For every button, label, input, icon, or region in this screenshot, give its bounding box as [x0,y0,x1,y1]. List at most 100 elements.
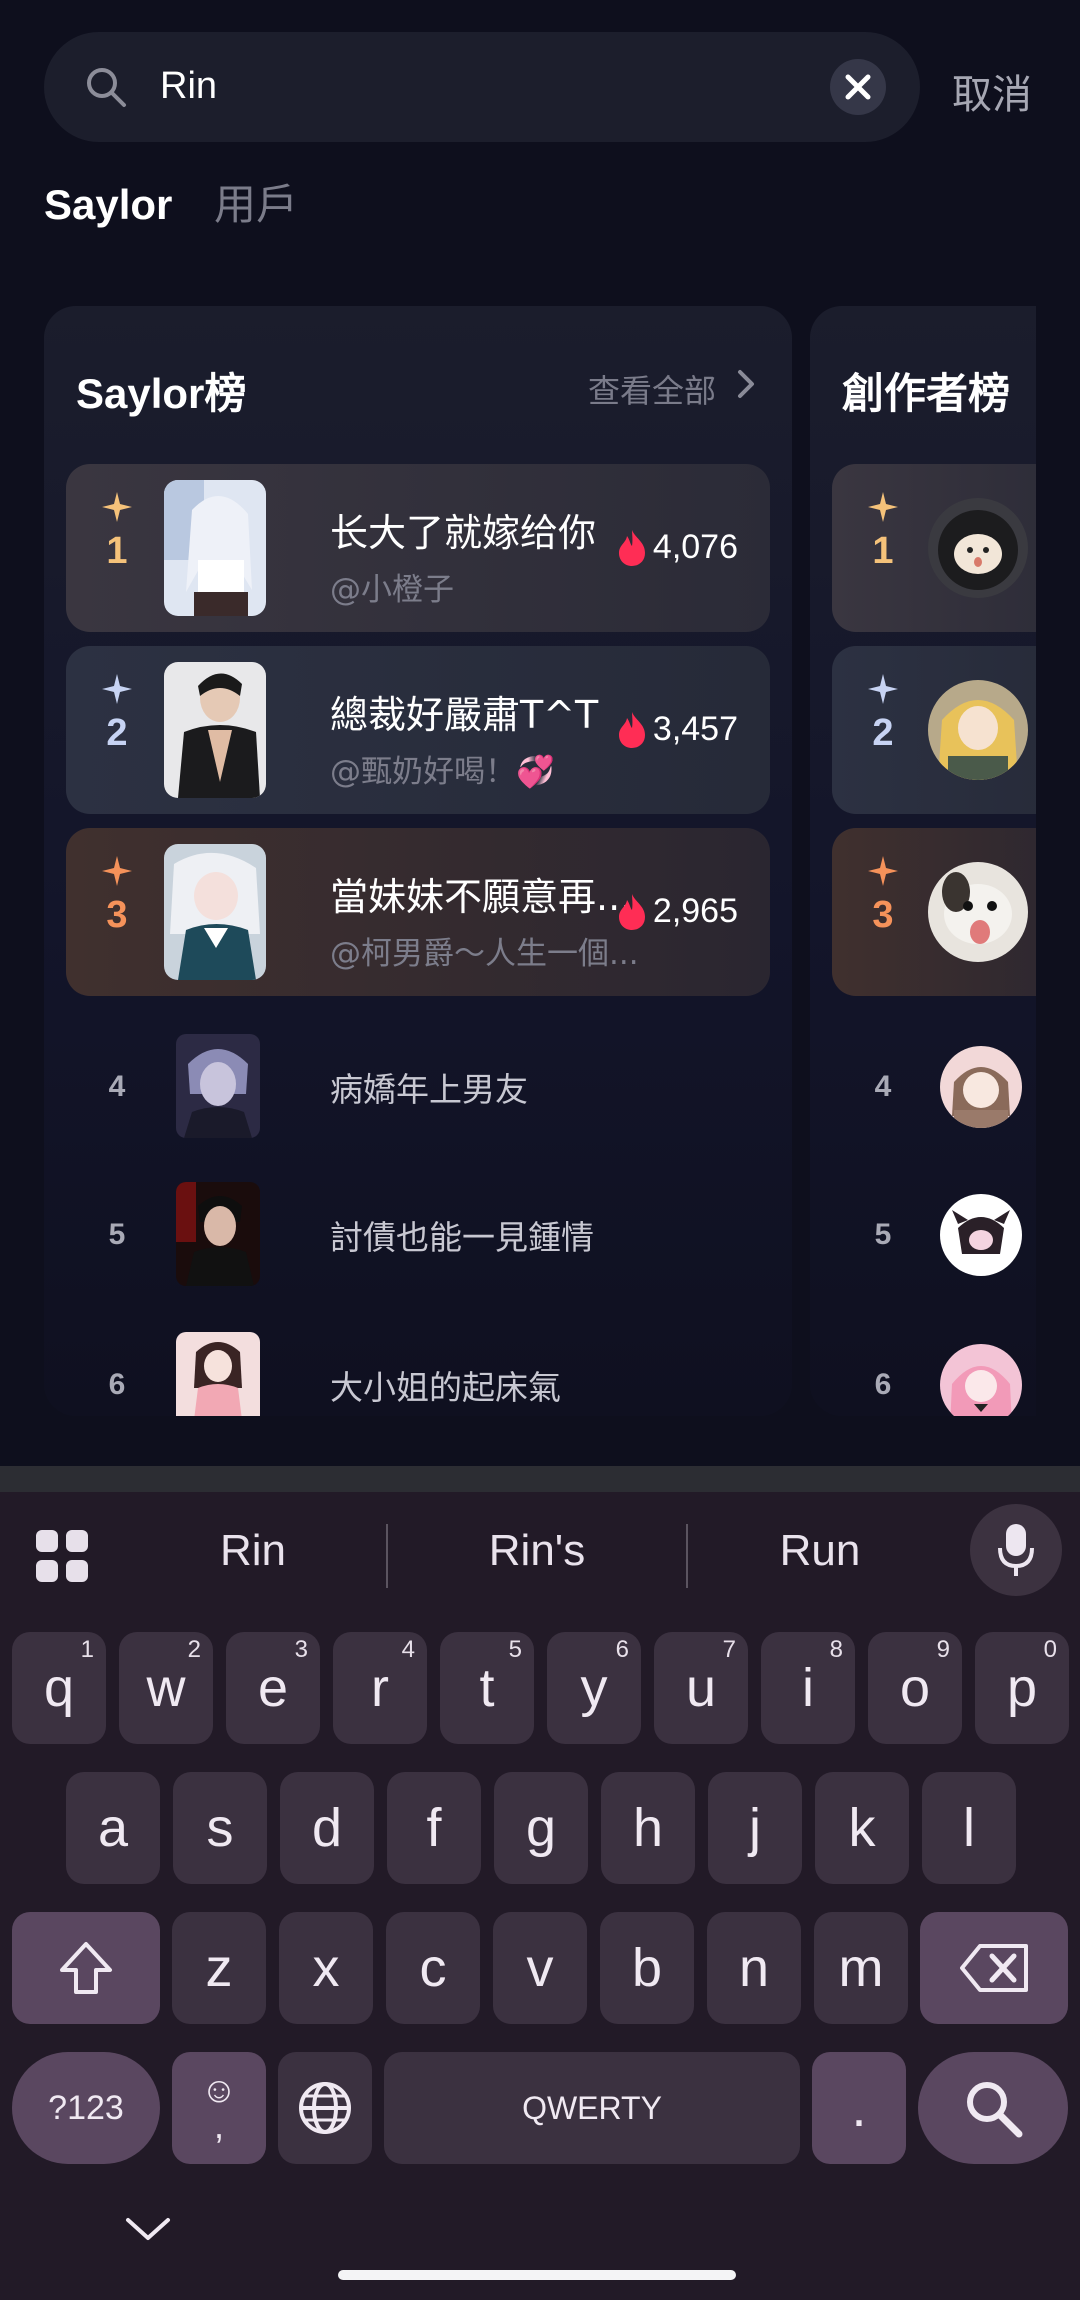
suggestion-3[interactable]: Run [720,1526,920,1576]
popularity-count: 4,076 [617,528,738,567]
key-o[interactable]: o9 [868,1632,962,1744]
key-y[interactable]: y6 [547,1632,641,1744]
key-label: r [371,1658,389,1718]
voice-input-button[interactable] [970,1504,1062,1596]
key-r[interactable]: r4 [333,1632,427,1744]
shift-arrow-icon [60,1942,112,1994]
emoji-label: ☺ [200,2069,238,2110]
board-row-1[interactable]: 1 长大了就嫁给你 @小橙子 4,076 [66,464,770,632]
shift-key[interactable] [12,1912,160,2024]
backspace-key[interactable] [920,1912,1068,2024]
key-p[interactable]: p0 [975,1632,1069,1744]
rank-number: 3 [872,894,894,936]
key-s[interactable]: s [173,1772,267,1884]
author-handle: @甄奶好喝！💞 [330,754,555,790]
creator-avatar [940,1046,1022,1128]
creator-row-3[interactable]: 3 [832,828,1036,996]
creator-row-1[interactable]: 1 [832,464,1036,632]
board-row-2[interactable]: 2 總裁好嚴肅T^T @甄奶好喝！💞 3,457 [66,646,770,814]
key-q[interactable]: q1 [12,1632,106,1744]
see-all-link[interactable]: 查看全部 [588,366,716,412]
microphone-icon [998,1524,1034,1576]
board-row-3[interactable]: 3 當妹妹不願意再... @柯男爵～人生一個... 2,965 [66,828,770,996]
key-hint: 1 [80,1636,94,1663]
key-b[interactable]: b [600,1912,694,2024]
key-label: b [631,1938,663,1998]
creator-avatar [940,1194,1022,1276]
key-t[interactable]: t5 [440,1632,534,1744]
key-d[interactable]: d [280,1772,374,1884]
key-v[interactable]: v [493,1912,587,2024]
creator-row-2[interactable]: 2 [832,646,1036,814]
key-z[interactable]: z [172,1912,266,2024]
character-thumbnail [164,844,266,980]
character-thumbnail [176,1332,260,1416]
key-j[interactable]: j [708,1772,802,1884]
flame-icon [618,529,645,566]
tab-saylor[interactable]: Saylor [44,180,172,230]
period-key[interactable]: . [812,2052,906,2164]
key-label: o [899,1658,931,1718]
key-label: g [525,1798,557,1858]
sparkle-icon [868,856,898,886]
key-g[interactable]: g [494,1772,588,1884]
character-thumbnail [164,662,266,798]
key-label: v [526,1938,554,1998]
sparkle-icon [102,492,132,522]
author-handle: @小橙子 [330,572,454,608]
language-key[interactable] [278,2052,372,2164]
creator-row-5[interactable]: 5 [832,1162,1036,1308]
key-k[interactable]: k [815,1772,909,1884]
key-w[interactable]: w2 [119,1632,213,1744]
key-hint: 3 [294,1636,308,1663]
space-key[interactable]: QWERTY [384,2052,800,2164]
suggestion-2[interactable]: Rin's [437,1526,637,1576]
key-e[interactable]: e3 [226,1632,320,1744]
apps-grid-icon[interactable] [34,1528,90,1584]
character-thumbnail [164,480,266,616]
emoji-comma-key[interactable]: ☺ , [172,2052,266,2164]
character-thumbnail [176,1034,260,1138]
creator-row-4[interactable]: 4 [832,1014,1036,1160]
key-n[interactable]: n [707,1912,801,2024]
key-u[interactable]: u7 [654,1632,748,1744]
key-m[interactable]: m [814,1912,908,2024]
creator-board-panel: 創作者榜 1 2 3 4 5 6 [810,306,1036,1416]
key-a[interactable]: a [66,1772,160,1884]
hide-keyboard-chevron-icon[interactable] [124,2214,172,2244]
clear-search-button[interactable] [830,59,886,115]
creator-row-6[interactable]: 6 [832,1312,1036,1416]
key-f[interactable]: f [387,1772,481,1884]
key-h[interactable]: h [601,1772,695,1884]
search-key[interactable] [918,2052,1068,2164]
search-input[interactable]: Rin [160,56,217,116]
sparkle-icon [868,492,898,522]
search-bar[interactable]: Rin [44,32,920,142]
keyboard-divider [0,1466,1080,1492]
rank-number: 5 [108,1218,126,1251]
key-x[interactable]: x [279,1912,373,2024]
key-i[interactable]: i8 [761,1632,855,1744]
character-title: 總裁好嚴肅T^T [330,693,599,737]
keyboard [0,1492,1080,2300]
board-row-5[interactable]: 5 討債也能一見鍾情 [66,1162,770,1308]
character-title: 长大了就嫁给你 [330,511,597,555]
rank-number: 6 [874,1368,892,1401]
key-l[interactable]: l [922,1772,1016,1884]
key-label: p [1006,1658,1038,1718]
chevron-right-icon[interactable] [732,364,760,404]
tab-users[interactable]: 用戶 [214,180,298,230]
key-label: w [146,1658,186,1718]
comma-label: , [213,2105,224,2146]
key-label: e [257,1658,289,1718]
backspace-icon [960,1944,1028,1992]
key-label: z [205,1938,233,1998]
suggestion-divider [386,1524,388,1588]
suggestion-1[interactable]: Rin [153,1526,353,1576]
cancel-button[interactable]: 取消 [952,62,1032,120]
board-row-6[interactable]: 6 大小姐的起床氣 [66,1312,770,1416]
character-thumbnail [176,1182,260,1286]
key-c[interactable]: c [386,1912,480,2024]
board-row-4[interactable]: 4 病嬌年上男友 [66,1014,770,1160]
symbols-key[interactable]: ?123 [12,2052,160,2164]
